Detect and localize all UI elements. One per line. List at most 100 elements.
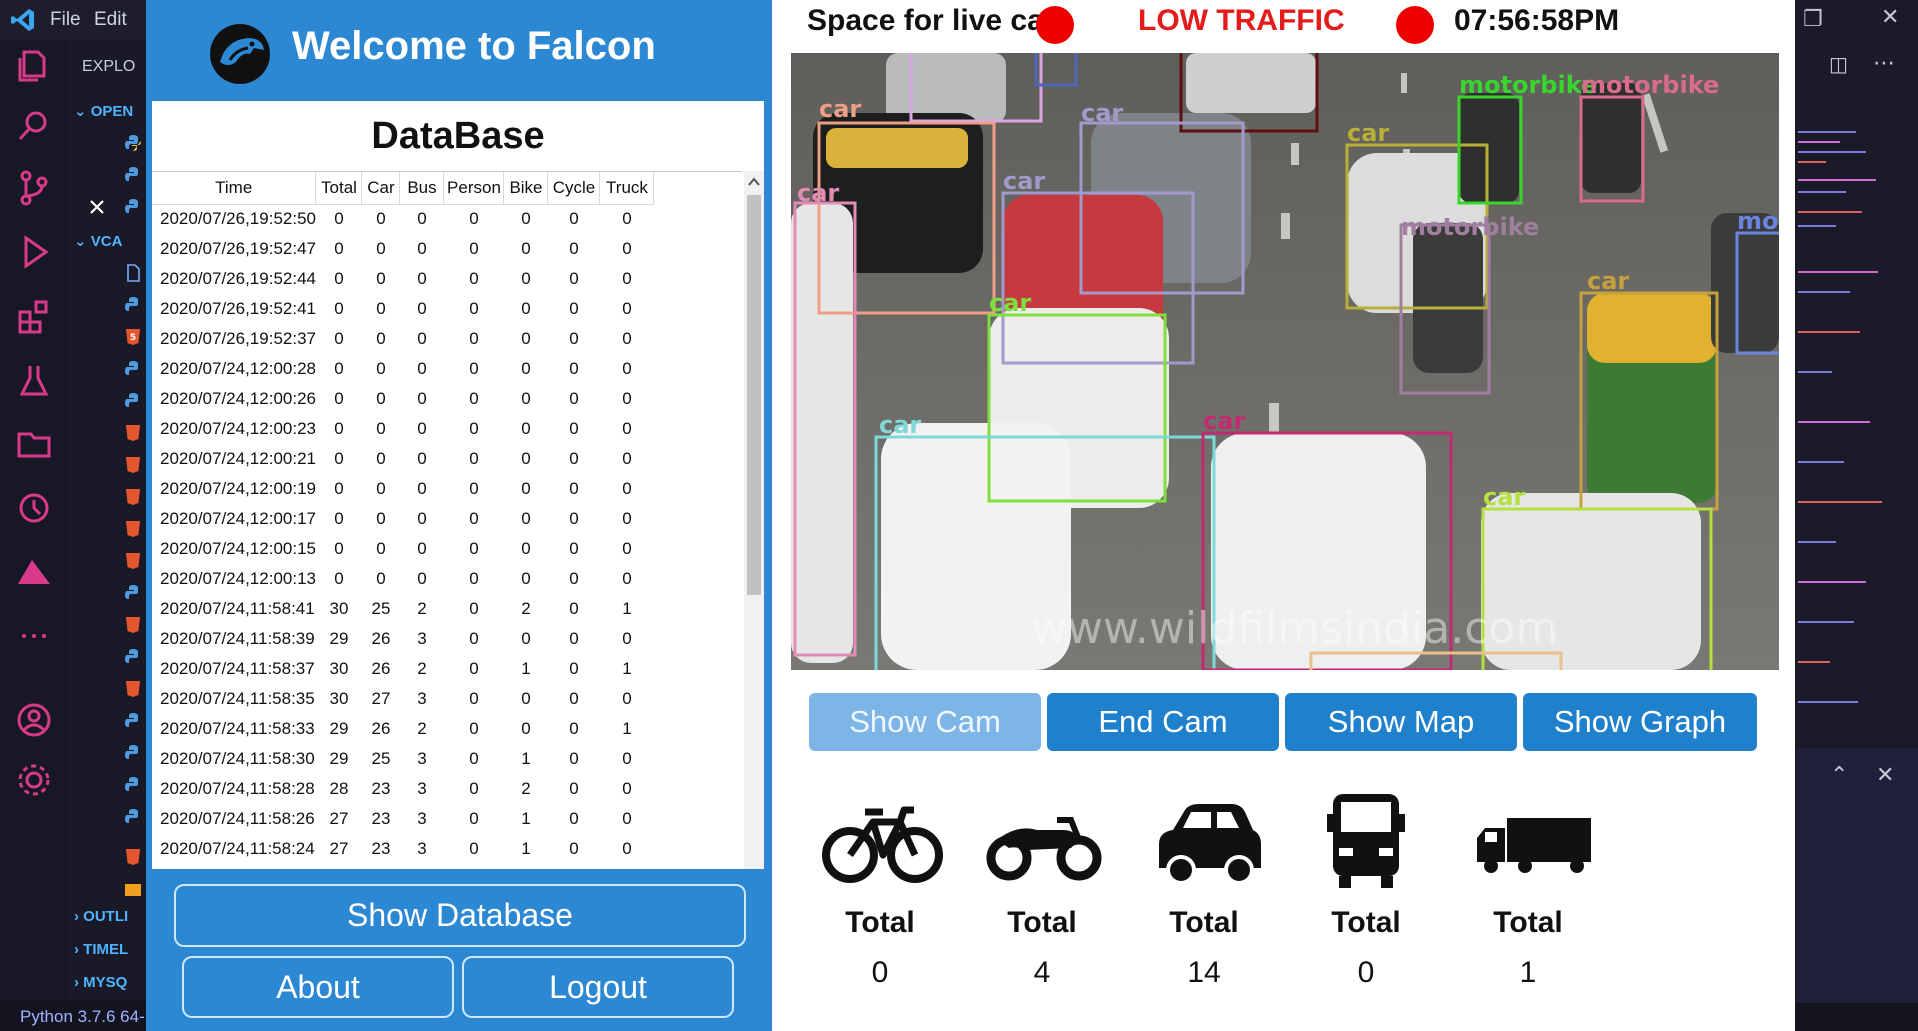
table-row[interactable]: 2020/07/24,12:00:23 0 0 0 0 0 0 0	[152, 414, 654, 444]
video-file-icon[interactable]	[124, 880, 142, 898]
explorer-section-mysql[interactable]: › MYSQ	[74, 974, 146, 991]
close-panel-icon[interactable]: ✕	[1876, 762, 1894, 788]
show-graph-button[interactable]: Show Graph	[1523, 693, 1757, 751]
folder-icon[interactable]	[14, 424, 54, 464]
more-actions-icon[interactable]: ⋯	[1873, 50, 1895, 76]
truck-counter: Total 1	[1453, 790, 1603, 990]
python-file-icon[interactable]	[124, 648, 142, 666]
table-row[interactable]: 2020/07/26,19:52:41 0 0 0 0 0 0 0	[152, 294, 654, 324]
scrollbar-thumb[interactable]	[747, 195, 761, 595]
python-file-icon[interactable]	[124, 776, 142, 794]
close-editor-icon[interactable]	[88, 198, 106, 216]
html-file-icon[interactable]	[124, 848, 142, 866]
python-file-icon[interactable]	[124, 808, 142, 826]
scroll-up-arrow-icon[interactable]	[748, 177, 760, 187]
table-row[interactable]: 2020/07/24,12:00:13 0 0 0 0 0 0 0	[152, 564, 654, 594]
html-file-icon[interactable]	[124, 520, 142, 538]
show-cam-button[interactable]: Show Cam	[809, 693, 1041, 751]
table-row[interactable]: 2020/07/24,12:00:21 0 0 0 0 0 0 0	[152, 444, 654, 474]
extensions-icon[interactable]	[14, 296, 54, 336]
python-file-icon[interactable]	[124, 166, 142, 184]
table-row[interactable]: 2020/07/24,12:00:19 0 0 0 0 0 0 0	[152, 474, 654, 504]
testing-flask-icon[interactable]	[14, 360, 54, 400]
column-header[interactable]: Time	[152, 172, 317, 205]
count-cell: 0	[569, 689, 579, 708]
table-scrollbar[interactable]	[744, 171, 764, 869]
source-control-icon[interactable]	[14, 168, 54, 208]
count-cell: 0	[521, 299, 531, 318]
html-file-icon[interactable]	[124, 552, 142, 570]
code-minimap[interactable]	[1796, 122, 1886, 722]
restore-window-icon[interactable]: ❐	[1803, 6, 1823, 32]
count-cell: 0	[521, 719, 531, 738]
time-cell: 2020/07/24,12:00:21	[160, 449, 316, 468]
table-row[interactable]: 2020/07/26,19:52:50 0 0 0 0 0 0 0	[152, 204, 654, 234]
html-file-icon[interactable]	[124, 456, 142, 474]
table-row[interactable]: 2020/07/24,11:58:39 29 26 3 0 0 0 0	[152, 624, 654, 654]
files-icon[interactable]	[14, 46, 54, 86]
menu-file[interactable]: File	[50, 9, 81, 31]
table-row[interactable]: 2020/07/24,11:58:37 30 26 2 0 1 0 1	[152, 654, 654, 684]
settings-gear-icon[interactable]	[14, 760, 54, 800]
menu-edit[interactable]: Edit	[94, 9, 127, 31]
column-header[interactable]: Total	[315, 172, 363, 205]
python-file-icon[interactable]	[124, 392, 142, 410]
table-row[interactable]: 2020/07/24,12:00:15 0 0 0 0 0 0 0	[152, 534, 654, 564]
search-icon[interactable]	[14, 106, 54, 146]
column-header[interactable]: Person	[443, 172, 505, 205]
run-debug-icon[interactable]	[14, 232, 54, 272]
explorer-section-outline[interactable]: › OUTLI	[74, 908, 146, 925]
about-button[interactable]: About	[182, 956, 454, 1018]
explorer-section-timeline[interactable]: › TIMEL	[74, 941, 146, 958]
table-row[interactable]: 2020/07/24,11:58:28 28 23 3 0 2 0 0	[152, 774, 654, 804]
maximize-panel-icon[interactable]: ⌃	[1830, 762, 1848, 788]
count-cell: 0	[334, 569, 344, 588]
table-row[interactable]: 2020/07/24,12:00:28 0 0 0 0 0 0 0	[152, 354, 654, 384]
python-file-icon[interactable]	[124, 198, 142, 216]
table-row[interactable]: 2020/07/24,12:00:17 0 0 0 0 0 0 0	[152, 504, 654, 534]
end-cam-button[interactable]: End Cam	[1047, 693, 1279, 751]
file-icon[interactable]	[124, 264, 142, 282]
explorer-section-vca[interactable]: ⌄ VCA	[74, 232, 146, 250]
python-file-icon[interactable]	[124, 360, 142, 378]
html-file-icon[interactable]	[124, 424, 142, 442]
azure-icon[interactable]	[14, 552, 54, 592]
database-table-container[interactable]: Time Total Car Bus Person Bike Cycle Truck 2020…	[152, 171, 742, 869]
column-header[interactable]: Car	[361, 172, 401, 205]
column-header[interactable]: Bike	[503, 172, 549, 205]
count-cell: 0	[622, 419, 632, 438]
python-file-icon[interactable]	[124, 744, 142, 762]
table-row[interactable]: 2020/07/24,11:58:33 29 26 2 0 0 0 1	[152, 714, 654, 744]
split-editor-icon[interactable]: ◫	[1829, 52, 1848, 77]
explorer-section-open[interactable]: ⌄ OPEN	[74, 102, 146, 120]
html-file-icon[interactable]	[124, 680, 142, 698]
column-header[interactable]: Bus	[399, 172, 445, 205]
python-interpreter-status[interactable]: Python 3.7.6 64-	[20, 1007, 145, 1027]
column-header[interactable]: Cycle	[547, 172, 601, 205]
show-database-button[interactable]: Show Database	[174, 884, 746, 947]
table-row[interactable]: 2020/07/24,11:58:41 30 25 2 0 2 0 1	[152, 594, 654, 624]
table-row[interactable]: 2020/07/24,11:58:24 27 23 3 0 1 0 0	[152, 834, 654, 864]
more-icon[interactable]	[14, 616, 54, 656]
account-icon[interactable]	[14, 700, 54, 740]
html-file-icon[interactable]	[124, 616, 142, 634]
table-row[interactable]: 2020/07/26,19:52:44 0 0 0 0 0 0 0	[152, 264, 654, 294]
table-row[interactable]: 2020/07/24,11:58:35 30 27 3 0 0 0 0	[152, 684, 654, 714]
timeline-icon[interactable]	[14, 488, 54, 528]
column-header[interactable]: Truck	[599, 172, 655, 205]
python-file-icon[interactable]	[124, 296, 142, 314]
python-file-icon[interactable]	[124, 584, 142, 602]
table-row[interactable]: 2020/07/26,19:52:37 0 0 0 0 0 0 0	[152, 324, 654, 354]
show-map-button[interactable]: Show Map	[1285, 693, 1517, 751]
count-cell: 0	[521, 539, 531, 558]
table-row[interactable]: 2020/07/24,11:58:30 29 25 3 0 1 0 0	[152, 744, 654, 774]
table-row[interactable]: 2020/07/24,11:58:26 27 23 3 0 1 0 0	[152, 804, 654, 834]
python-file-icon[interactable]	[124, 134, 142, 152]
python-file-icon[interactable]	[124, 712, 142, 730]
html-file-icon[interactable]: 5	[124, 328, 142, 346]
html-file-icon[interactable]	[124, 488, 142, 506]
table-row[interactable]: 2020/07/26,19:52:47 0 0 0 0 0 0 0	[152, 234, 654, 264]
close-window-icon[interactable]: ✕	[1881, 4, 1899, 30]
table-row[interactable]: 2020/07/24,12:00:26 0 0 0 0 0 0 0	[152, 384, 654, 414]
logout-button[interactable]: Logout	[462, 956, 734, 1018]
